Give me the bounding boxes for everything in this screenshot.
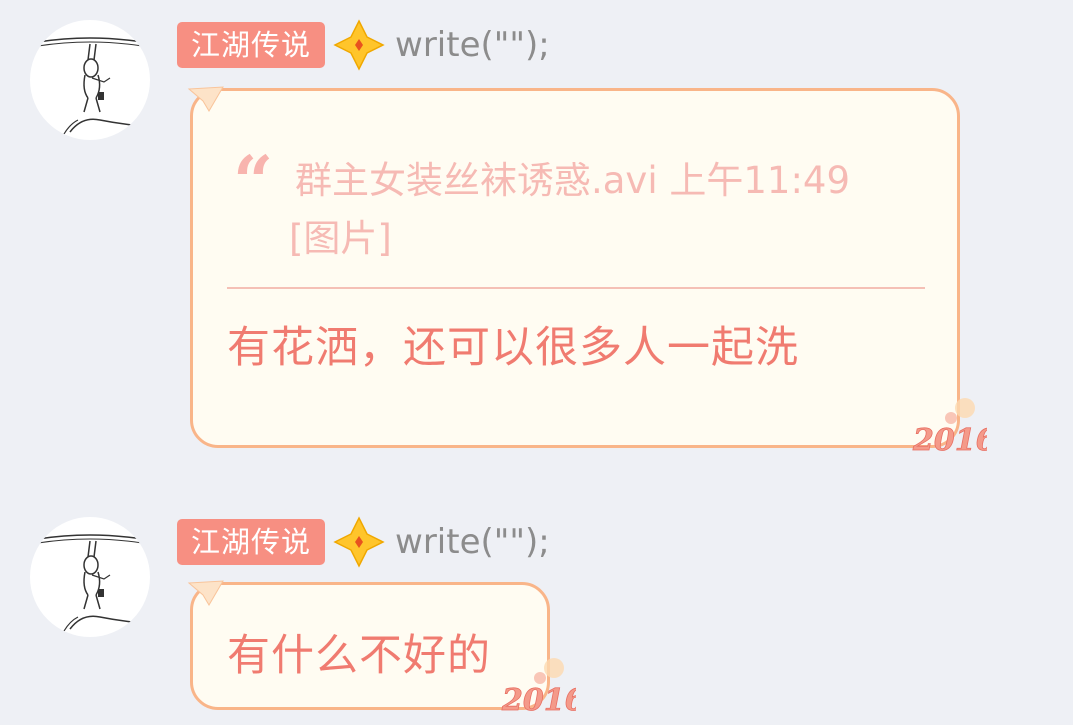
quoted-source: 群主女装丝袜诱惑.avi 上午11:49 <box>295 159 850 202</box>
member-title-badge: 江湖传说 <box>177 22 326 68</box>
sender-header: 江湖传说 write(""); <box>177 516 550 568</box>
decoration-year: 2016 <box>501 683 576 716</box>
quoted-content: [图片] <box>289 217 392 260</box>
message-text: 有什么不好的 <box>227 631 491 681</box>
diamond-rank-icon <box>333 516 385 568</box>
sender-nickname[interactable]: write(""); <box>395 522 550 562</box>
quote-mark-icon: “ <box>233 140 274 223</box>
sender-nickname[interactable]: write(""); <box>395 25 550 65</box>
decoration-year: 2016 <box>912 423 987 456</box>
chat-message: 江湖传说 write(""); “ 群主女装丝袜诱惑.avi 上午11:49 [… <box>0 0 1073 480</box>
sender-header: 江湖传说 write(""); <box>177 19 550 71</box>
avatar[interactable] <box>30 20 150 140</box>
message-bubble[interactable]: “ 群主女装丝袜诱惑.avi 上午11:49 [图片] 有花洒，还可以很多人一起… <box>187 86 960 448</box>
paper-plane-icon <box>187 580 224 606</box>
diamond-rank-icon <box>333 19 385 71</box>
monkey-sketch-icon <box>37 37 143 135</box>
message-text: 有花洒，还可以很多人一起洗 <box>227 323 799 373</box>
member-title-badge: 江湖传说 <box>177 519 326 565</box>
avatar[interactable] <box>30 517 150 637</box>
new-year-2016-decoration-icon: 2016 <box>501 658 576 716</box>
monkey-sketch-icon <box>37 534 143 632</box>
new-year-2016-decoration-icon: 2016 <box>912 398 987 456</box>
quote-divider <box>227 287 925 289</box>
paper-plane-icon <box>187 86 224 112</box>
